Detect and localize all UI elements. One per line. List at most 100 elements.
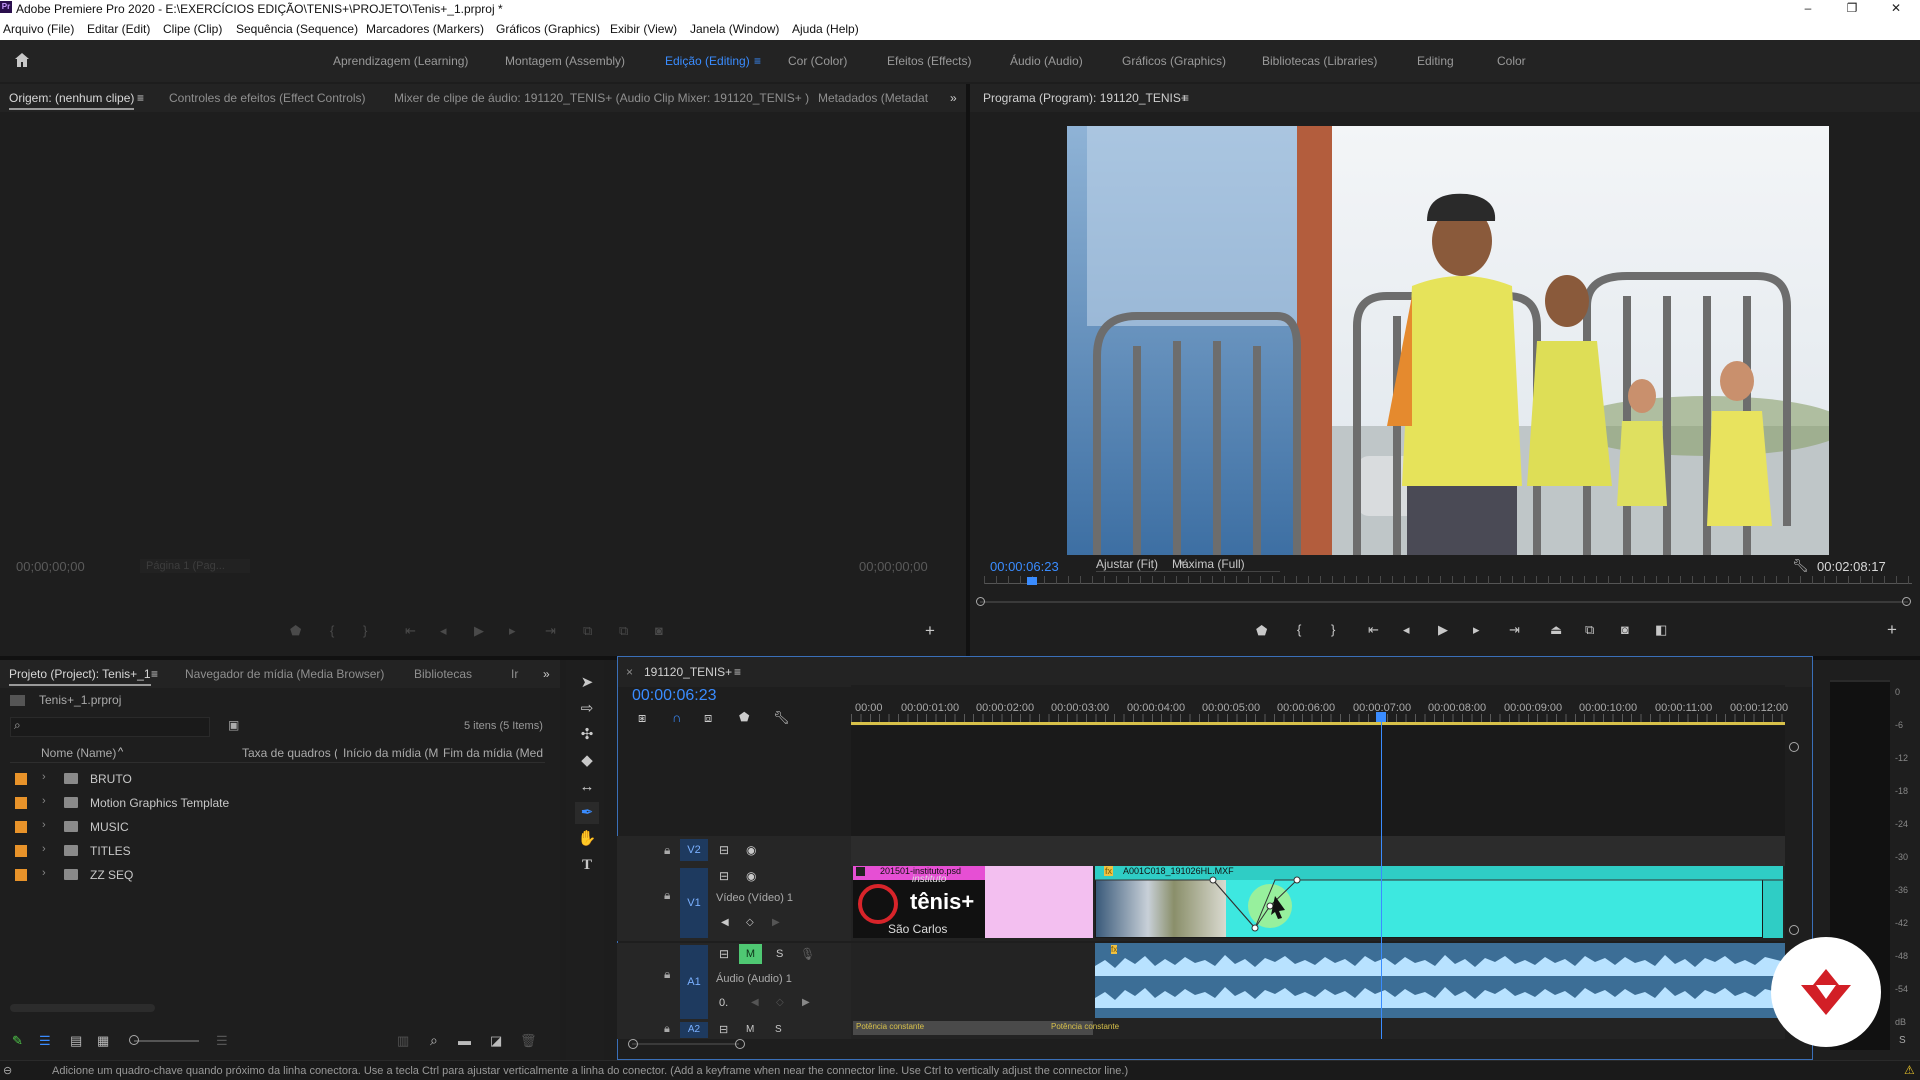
workspace-learning[interactable]: Aprendizagem (Learning) [333, 54, 468, 68]
tab-effect-controls[interactable]: Controles de efeitos (Effect Controls) [169, 91, 366, 105]
extract-icon[interactable]: ⧉ [1585, 622, 1594, 638]
type-tool-icon[interactable]: T [575, 854, 599, 876]
new-bin-icon[interactable]: ▬ [458, 1033, 471, 1048]
workspace-editing-menu-icon[interactable]: ≡ [754, 54, 761, 68]
panel-overflow-icon[interactable]: » [950, 91, 957, 105]
mute-button[interactable]: M [739, 944, 762, 964]
tab-program[interactable]: Programa (Program): 191120_TENIS+ [983, 91, 1188, 105]
microphone-icon[interactable]: 🎙︎ [800, 947, 815, 961]
project-tab-menu-icon[interactable]: ≡ [151, 667, 158, 681]
column-name[interactable]: Nome (Name) [41, 746, 116, 760]
workspace-effects[interactable]: Efeitos (Effects) [887, 54, 971, 68]
sync-lock-icon[interactable]: ⊟ [719, 843, 729, 857]
menu-graphics[interactable]: Gráficos (Graphics) [496, 22, 600, 36]
workspace-graphics[interactable]: Gráficos (Graphics) [1122, 54, 1226, 68]
eye-icon[interactable]: ◉ [746, 869, 756, 883]
source-marker-icon[interactable]: ⬟ [290, 623, 301, 639]
source-export-frame-icon[interactable]: ◙ [655, 623, 663, 638]
mute-button[interactable]: M [746, 1024, 754, 1035]
program-zoom-bar[interactable] [980, 601, 1908, 603]
source-page-select[interactable]: Página 1 (Pag... [140, 559, 250, 573]
list-item[interactable]: › Motion Graphics Template [10, 791, 545, 815]
lock-icon[interactable]: 🔒︎ [664, 888, 670, 903]
playback-quality-select[interactable]: Máxima (Full) [1172, 557, 1280, 572]
timeline-scroll-handle[interactable] [735, 1039, 745, 1049]
hand-tool-icon[interactable]: ✋ [575, 828, 599, 850]
sync-lock-icon[interactable]: ⊟ [719, 1023, 728, 1036]
warning-icon[interactable]: ⚠ [1904, 1063, 1915, 1077]
goto-out-icon[interactable]: ⇥ [1509, 622, 1520, 638]
goto-in-icon[interactable]: ⇤ [1368, 622, 1379, 638]
lock-icon[interactable]: 🔒︎ [664, 843, 670, 858]
meter-solo-button[interactable]: S [1899, 1035, 1906, 1046]
menu-markers[interactable]: Marcadores (Markers) [366, 22, 484, 36]
timeline-timecode[interactable]: 00:00:06:23 [632, 687, 717, 705]
vertical-zoom-handle[interactable] [1789, 742, 1799, 752]
source-goto-out-icon[interactable]: ⇥ [545, 623, 556, 639]
prev-keyframe-icon[interactable]: ◀ [721, 917, 729, 928]
slip-tool-icon[interactable]: ↔ [575, 776, 599, 798]
volume-value[interactable]: 0. [719, 997, 728, 1009]
column-frame-rate[interactable]: Taxa de quadros (F [242, 746, 337, 760]
tab-source[interactable]: Origem: (nenhum clipe) [9, 91, 135, 110]
target-v1[interactable]: V1 [680, 868, 708, 938]
program-add-button-icon[interactable]: + [1887, 620, 1897, 640]
eye-icon[interactable]: ◉ [746, 843, 756, 857]
lock-icon[interactable]: 🔒︎ [664, 1023, 670, 1036]
workspace-libraries[interactable]: Bibliotecas (Libraries) [1262, 54, 1377, 68]
chevron-right-icon[interactable]: › [42, 771, 46, 783]
chevron-right-icon[interactable]: › [42, 819, 46, 831]
project-search-input[interactable] [10, 717, 210, 737]
chevron-right-icon[interactable]: › [42, 843, 46, 855]
zoom-handle-right[interactable] [1902, 597, 1911, 606]
menu-help[interactable]: Ajuda (Help) [792, 22, 859, 36]
program-tab-menu-icon[interactable]: ≡ [1182, 91, 1189, 105]
sort-ascending-icon[interactable]: ^ [118, 746, 123, 758]
chevron-right-icon[interactable]: › [42, 795, 46, 807]
add-marker-icon[interactable]: ⬟ [1256, 623, 1267, 639]
export-frame-icon[interactable]: ◙ [1621, 622, 1629, 637]
workspace-assembly[interactable]: Montagem (Assembly) [505, 54, 625, 68]
pencil-icon[interactable]: ✎ [12, 1033, 23, 1049]
menu-window[interactable]: Janela (Window) [690, 22, 779, 36]
track-lane-v2[interactable] [851, 836, 1785, 866]
opacity-keyframe-line[interactable] [1095, 866, 1785, 941]
minimize-button[interactable]: – [1786, 0, 1830, 18]
target-a2[interactable]: A2 [680, 1022, 708, 1038]
tab-project[interactable]: Projeto (Project): Tenis+_1 [9, 667, 151, 686]
home-icon[interactable] [13, 51, 31, 69]
thumbnail-zoom-slider[interactable] [134, 1040, 199, 1042]
chevron-right-icon[interactable]: › [42, 867, 46, 879]
tab-metadata[interactable]: Metadados (Metadata [818, 91, 928, 105]
add-marker-icon[interactable]: ⬟ [739, 710, 749, 724]
tab-audio-clip-mixer[interactable]: Mixer de clipe de áudio: 191120_TENIS+ (… [394, 91, 809, 105]
timeline-tab-menu-icon[interactable]: ≡ [734, 665, 741, 679]
menu-sequence[interactable]: Sequência (Sequence) [236, 22, 358, 36]
target-a1[interactable]: A1 [680, 945, 708, 1019]
next-keyframe-icon[interactable]: ▶ [772, 917, 780, 928]
new-bin-from-search-icon[interactable]: ▣ [228, 718, 239, 732]
close-sequence-icon[interactable]: × [626, 665, 633, 679]
list-item[interactable]: › BRUTO [10, 767, 545, 791]
timeline-scrollbar[interactable] [632, 1043, 739, 1045]
solo-button[interactable]: S [776, 948, 783, 960]
vertical-zoom-handle[interactable] [1789, 925, 1799, 935]
selection-tool-icon[interactable]: ➤ [575, 672, 599, 694]
menu-file[interactable]: Arquivo (File) [3, 22, 74, 36]
program-timecode[interactable]: 00:00:06:23 [990, 559, 1059, 574]
tab-info[interactable]: Ir [511, 667, 518, 681]
track-select-tool-icon[interactable]: ⇨ [575, 698, 599, 720]
zoom-handle-left[interactable] [976, 597, 985, 606]
solo-button[interactable]: S [775, 1024, 782, 1035]
sync-lock-icon[interactable]: ⊟ [719, 947, 729, 961]
source-mark-out-icon[interactable]: } [363, 623, 367, 638]
work-area-bar[interactable] [851, 722, 1785, 725]
nest-toggle-icon[interactable]: ⧆ [638, 710, 646, 726]
source-overwrite-icon[interactable]: ⧉ [619, 623, 628, 639]
close-window-button[interactable]: ✕ [1874, 0, 1918, 18]
pen-tool-icon[interactable]: ✒ [575, 802, 599, 824]
timeline-settings-icon[interactable]: 🔧︎ [773, 710, 790, 726]
lock-icon[interactable]: 🔒︎ [664, 967, 670, 982]
source-step-back-icon[interactable]: ◂ [440, 623, 447, 639]
trash-icon[interactable]: 🗑︎ [520, 1033, 537, 1049]
